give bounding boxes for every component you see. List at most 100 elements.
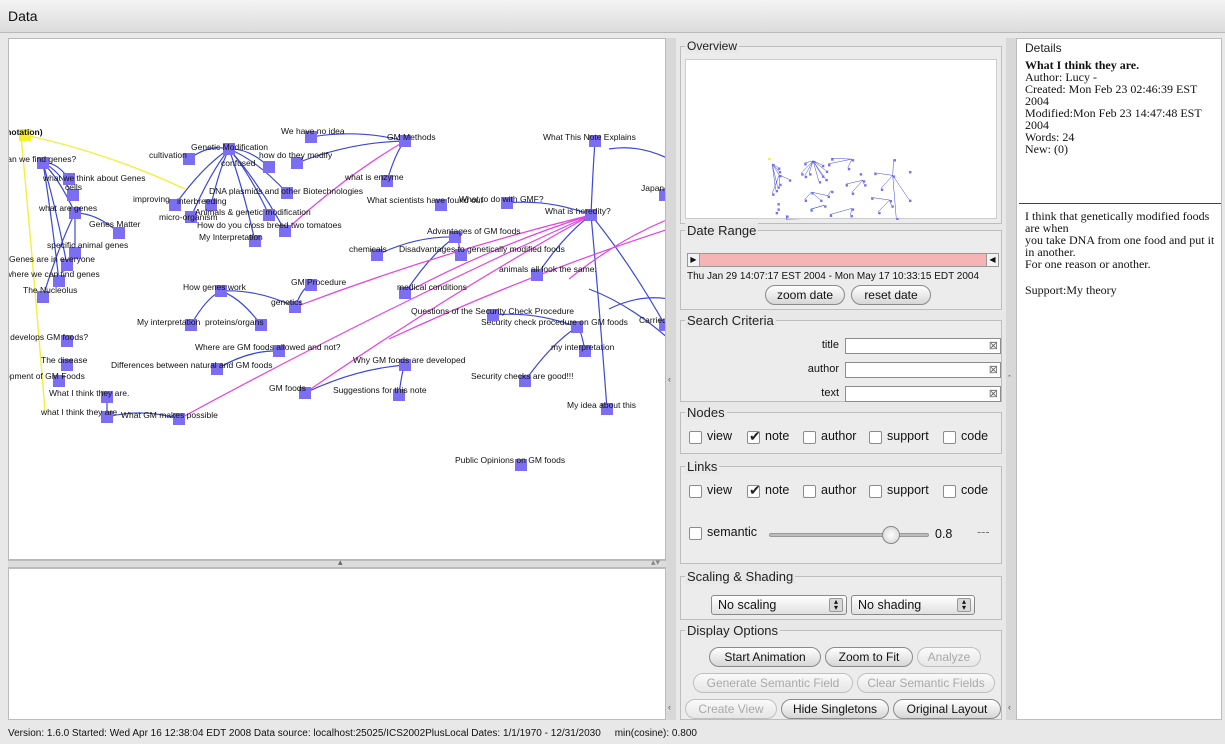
graph-node-label[interactable]: Carried xyxy=(639,315,666,325)
nodes-author-checkbox[interactable] xyxy=(803,431,816,444)
graph-node-label[interactable]: Differences between natural and GM foods xyxy=(111,360,272,370)
links-support-checkbox[interactable] xyxy=(869,485,882,498)
graph-node-label[interactable]: Disadvantages to genetically modified fo… xyxy=(399,244,565,254)
graph-node-label[interactable]: What This Note Explains xyxy=(543,132,636,142)
graph-node-label[interactable]: medical conditions xyxy=(397,282,467,292)
split-up-icon[interactable]: ▴ xyxy=(338,557,343,568)
graph-node-label[interactable]: Animals & genetic modification xyxy=(195,207,311,217)
expand-right-icon[interactable]: ˆ xyxy=(1008,374,1011,384)
text-search-input[interactable]: ⊠ xyxy=(845,386,1001,402)
clear-semantic-fields-button[interactable]: Clear Semantic Fields xyxy=(857,673,995,693)
expand-right-icon[interactable]: ‹ xyxy=(1008,702,1011,712)
graph-node-label[interactable]: cells xyxy=(65,182,82,192)
graph-node-label[interactable]: what are genes xyxy=(38,203,97,213)
semantic-checkbox[interactable] xyxy=(689,527,702,540)
graph-node-label[interactable]: what is enzyme xyxy=(344,172,404,182)
graph-node-label[interactable]: f where we can find genes xyxy=(9,269,100,279)
reset-date-button[interactable]: reset date xyxy=(851,285,931,305)
graph-node-label[interactable]: cultivation xyxy=(149,150,187,160)
graph-node-label[interactable]: Where are GM foods allowed and not? xyxy=(195,342,341,352)
graph-node-label[interactable]: confused xyxy=(221,158,256,168)
scaling-select[interactable]: No scaling ▴ ▾ xyxy=(711,595,847,615)
author-search-input[interactable]: ⊠ xyxy=(845,362,1001,378)
graph-svg[interactable]: nnotation) can we find genes? what we thin… xyxy=(9,39,666,560)
hide-singletons-button[interactable]: Hide Singletons xyxy=(781,699,889,719)
vertical-splitter-right[interactable]: ˆ ‹ xyxy=(1006,38,1016,720)
graph-node-label[interactable]: What I think they are. xyxy=(49,388,129,398)
graph-node-label[interactable]: Genes are in everyone xyxy=(9,254,95,264)
graph-node-label[interactable]: can we find genes? xyxy=(9,154,77,164)
graph-node-label[interactable]: My Interpretation xyxy=(199,232,263,242)
graph-node-label[interactable]: my interpretation xyxy=(551,342,615,352)
expand-left-icon[interactable]: ‹ xyxy=(668,702,671,712)
graph-node-label[interactable]: The disease xyxy=(41,355,88,365)
start-animation-button[interactable]: Start Animation xyxy=(709,647,821,667)
graph-node-label[interactable]: chemicals xyxy=(349,244,387,254)
graph-node-label[interactable]: How genes work xyxy=(183,282,247,292)
graph-node-label[interactable]: The Nucleolus xyxy=(23,285,77,295)
clear-icon[interactable]: ⊠ xyxy=(989,387,998,400)
semantic-slider-knob[interactable] xyxy=(882,526,900,544)
graph-node-label[interactable]: how do they modify xyxy=(259,150,333,160)
shading-select[interactable]: No shading ▴ ▾ xyxy=(851,595,975,615)
graph-node-label[interactable]: opment of GM Foods xyxy=(9,371,85,381)
semantic-slider-track[interactable] xyxy=(769,533,929,537)
graph-node-label[interactable]: Japane xyxy=(641,183,666,193)
zoom-date-button[interactable]: zoom date xyxy=(765,285,845,305)
links-view-checkbox[interactable] xyxy=(689,485,702,498)
graph-node-label[interactable]: interbreeding xyxy=(177,196,227,206)
graph-node-label[interactable]: DNA plasmids and other Biotechnologies xyxy=(209,186,363,196)
nodes-support-checkbox[interactable] xyxy=(869,431,882,444)
nodes-view-checkbox[interactable] xyxy=(689,431,702,444)
nodes-code-checkbox[interactable] xyxy=(943,431,956,444)
date-end-handle[interactable]: ◀ xyxy=(986,254,998,266)
graph-node-label[interactable]: Genetic Modification xyxy=(191,142,268,152)
graph-node-label[interactable]: animals all look the same. xyxy=(499,264,597,274)
graph-node-label[interactable]: Genes Matter xyxy=(89,219,141,229)
zoom-to-fit-button[interactable]: Zoom to Fit xyxy=(825,647,913,667)
graph-node-label[interactable]: Security check procedure on GM foods xyxy=(481,317,628,327)
clear-icon[interactable]: ⊠ xyxy=(989,363,998,376)
graph-node-label[interactable]: improving xyxy=(133,194,170,204)
graph-node-label[interactable]: Questions of the Security Check Procedur… xyxy=(411,306,574,316)
date-range-slider[interactable]: ▶ ◀ xyxy=(687,253,999,267)
original-layout-button[interactable]: Original Layout xyxy=(893,699,1001,719)
graph-node-label[interactable]: Suggestions for this note xyxy=(333,385,427,395)
graph-node-label[interactable]: what I think they are xyxy=(40,407,117,417)
links-code-checkbox[interactable] xyxy=(943,485,956,498)
graph-node-label[interactable]: What to do with GMF? xyxy=(459,194,544,204)
analyze-button[interactable]: Analyze xyxy=(917,647,981,667)
overview-svg[interactable] xyxy=(686,60,998,233)
generate-semantic-field-button[interactable]: Generate Semantic Field xyxy=(693,673,853,693)
graph-node-label[interactable]: What is heredity? xyxy=(545,206,611,216)
graph-node-label[interactable]: genetics xyxy=(271,297,303,307)
graph-node-label[interactable]: specific animal genes xyxy=(47,240,128,250)
create-view-button[interactable]: Create View xyxy=(685,699,777,719)
nodes-note-checkbox[interactable] xyxy=(747,428,761,445)
graph-node-label[interactable]: How do you cross breed two tomatoes xyxy=(197,220,342,230)
graph-node-label[interactable]: what we think about Genes xyxy=(42,173,146,183)
graph-node-label[interactable]: Advantages of GM foods xyxy=(427,226,521,236)
date-start-handle[interactable]: ▶ xyxy=(688,254,700,266)
graph-node-label[interactable]: Public Opinions on GM foods xyxy=(455,455,565,465)
links-author-checkbox[interactable] xyxy=(803,485,816,498)
graph-node-label[interactable]: My interpretation xyxy=(137,317,201,327)
clear-icon[interactable]: ⊠ xyxy=(989,339,998,352)
split-arrows-icon[interactable]: ▴▾ xyxy=(651,557,660,568)
graph-canvas[interactable]: nnotation) can we find genes? what we thin… xyxy=(8,38,666,560)
expand-left-icon[interactable]: ‹ xyxy=(668,374,671,384)
links-note-checkbox[interactable] xyxy=(747,482,761,499)
graph-node-label[interactable]: GM Procedure xyxy=(291,277,347,287)
graph-node-label[interactable]: What GM makes possible xyxy=(121,410,218,420)
horizontal-splitter[interactable]: ▴ ▴▾ xyxy=(8,557,666,568)
graph-node-label[interactable]: GM foods xyxy=(269,383,306,393)
vertical-splitter-left[interactable]: ‹ ‹ xyxy=(666,38,676,720)
title-search-input[interactable]: ⊠ xyxy=(845,338,1001,354)
graph-node-label[interactable]: Why GM foods are developed xyxy=(353,355,466,365)
graph-node-label[interactable]: GM Methods xyxy=(387,132,436,142)
graph-node-label[interactable]: proteins/organs xyxy=(205,317,264,327)
graph-node-label[interactable]: nnotation) xyxy=(9,127,43,137)
overview-minimap[interactable] xyxy=(685,59,998,233)
graph-node-label[interactable]: We have no idea xyxy=(281,126,345,136)
graph-node-label[interactable]: Security checks are good!!! xyxy=(471,371,574,381)
